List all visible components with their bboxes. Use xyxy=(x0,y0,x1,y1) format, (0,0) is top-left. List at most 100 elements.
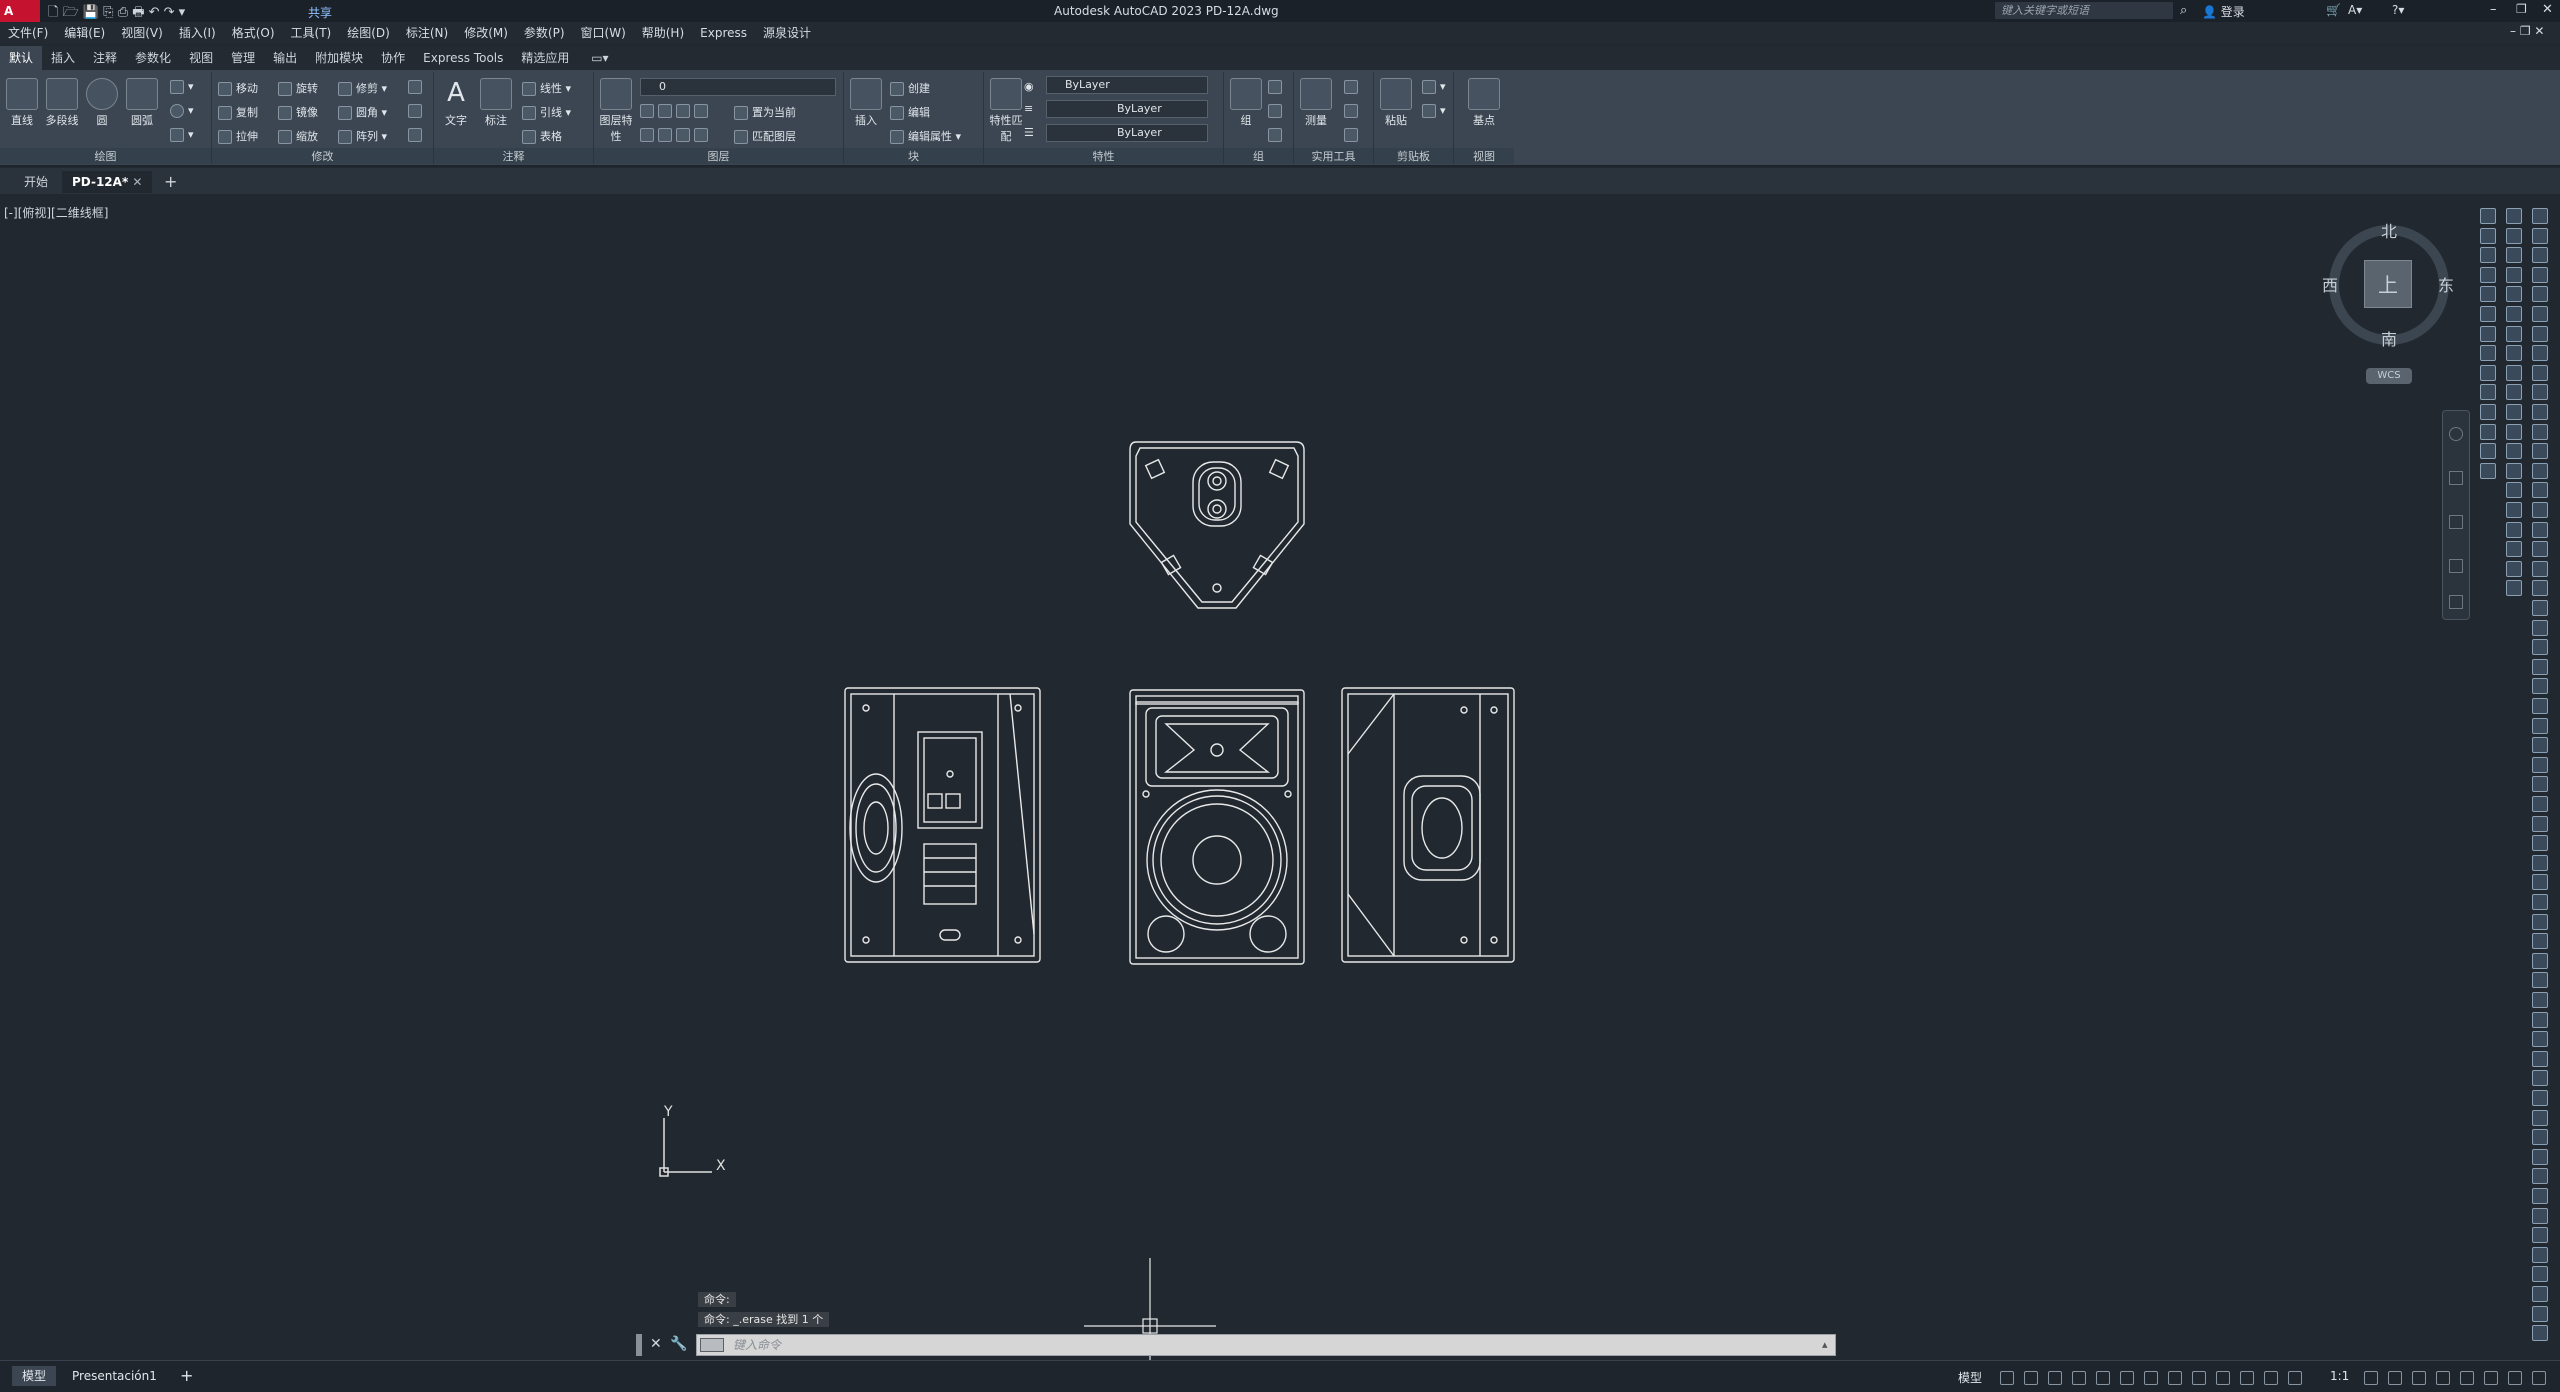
tab-addins[interactable]: 附加模块 xyxy=(306,46,372,70)
palette-tool-icon[interactable] xyxy=(2480,306,2496,322)
palette-tool-icon[interactable] xyxy=(2532,502,2548,518)
palette-tool-icon[interactable] xyxy=(2532,619,2548,636)
palette-tool-icon[interactable] xyxy=(2532,698,2548,714)
base-point-tool[interactable]: 基点 xyxy=(1464,78,1504,128)
palette-tool-icon[interactable] xyxy=(2532,325,2548,342)
palette-tool-icon[interactable] xyxy=(2480,227,2496,244)
isolate-objects-icon[interactable] xyxy=(2460,1371,2474,1385)
color-dropdown[interactable]: ByLayer xyxy=(1046,76,1208,94)
speaker-top-view[interactable] xyxy=(1129,441,1305,609)
menu-dimension[interactable]: 标注(N) xyxy=(398,22,456,44)
rectangle-tool[interactable]: ▾ xyxy=(170,80,194,94)
palette-tool-icon[interactable] xyxy=(2532,737,2548,754)
match-properties-tool[interactable]: 特性匹配 xyxy=(986,78,1026,144)
palette-tool-icon[interactable] xyxy=(2532,1050,2548,1067)
viewcube-north[interactable]: 北 xyxy=(2381,218,2397,242)
copy-clip-tool[interactable]: ▾ xyxy=(1422,104,1446,118)
palette-tool-icon[interactable] xyxy=(2480,286,2496,303)
palette-tool-icon[interactable] xyxy=(2532,306,2548,322)
tab-manage[interactable]: 管理 xyxy=(222,46,264,70)
snap-icon[interactable] xyxy=(2024,1371,2038,1385)
palette-tool-icon[interactable] xyxy=(2506,521,2522,538)
pan-icon[interactable] xyxy=(2449,471,2463,485)
autocad-logo[interactable]: A CAD xyxy=(0,0,40,40)
auto-scale-icon[interactable] xyxy=(2288,1371,2302,1385)
palette-tool-icon[interactable] xyxy=(2506,580,2522,597)
cut-tool[interactable]: ▾ xyxy=(1422,80,1446,94)
palette-tool-icon[interactable] xyxy=(2532,1129,2548,1146)
arc-tool[interactable]: 圆弧 xyxy=(122,78,162,128)
palette-tool-icon[interactable] xyxy=(2532,658,2548,675)
panel-draw-title[interactable]: 绘图 xyxy=(0,148,211,164)
close-tab-icon[interactable]: ✕ xyxy=(132,175,142,189)
rotate-tool[interactable]: 旋转 xyxy=(278,80,318,96)
panel-block-title[interactable]: 块 xyxy=(844,148,983,164)
group-edit-tool[interactable] xyxy=(1268,104,1286,118)
mirror-tool[interactable]: 镜像 xyxy=(278,104,318,120)
doc-window-controls[interactable]: – ❐ ✕ xyxy=(2510,24,2544,38)
model-space-button[interactable]: 模型 xyxy=(1958,1369,1982,1386)
palette-tool-icon[interactable] xyxy=(2532,639,2548,656)
palette-tool-icon[interactable] xyxy=(2532,1011,2548,1028)
tab-express-tools[interactable]: Express Tools xyxy=(414,46,512,70)
palette-tool-icon[interactable] xyxy=(2532,1109,2548,1126)
palette-tool-icon[interactable] xyxy=(2480,462,2496,479)
tab-file[interactable]: PD-12A* ✕ xyxy=(62,171,153,193)
palette-tool-icon[interactable] xyxy=(2506,482,2522,499)
add-layout-button[interactable]: + xyxy=(180,1366,193,1385)
polar-icon[interactable] xyxy=(2096,1371,2110,1385)
offset-tool[interactable] xyxy=(408,128,426,142)
quick-select-tool[interactable] xyxy=(1344,80,1362,94)
paste-tool[interactable]: 粘贴 xyxy=(1376,78,1416,128)
close-command-icon[interactable]: ✕ xyxy=(650,1336,662,1352)
fillet-tool[interactable]: 圆角 ▾ xyxy=(338,104,387,120)
palette-tool-icon[interactable] xyxy=(2532,227,2548,244)
panel-annotation-title[interactable]: 注释 xyxy=(434,148,593,164)
stretch-tool[interactable]: 拉伸 xyxy=(218,128,258,144)
group-select-tool[interactable] xyxy=(1268,128,1286,142)
tab-output[interactable]: 输出 xyxy=(264,46,306,70)
palette-tool-icon[interactable] xyxy=(2480,247,2496,264)
palette-tool-icon[interactable] xyxy=(2532,1070,2548,1087)
orbit-icon[interactable] xyxy=(2449,559,2463,573)
palette-tool-icon[interactable] xyxy=(2480,443,2496,460)
palette-tool-icon[interactable] xyxy=(2532,756,2548,773)
search-input[interactable]: 键入关键字或短语 xyxy=(1995,2,2173,19)
menu-yuanquan[interactable]: 源泉设计 xyxy=(755,22,819,44)
selection-cycle-icon[interactable] xyxy=(2240,1371,2254,1385)
menu-view[interactable]: 视图(V) xyxy=(113,22,171,44)
login-button[interactable]: 👤 登录 xyxy=(2202,3,2245,20)
palette-tool-icon[interactable] xyxy=(2506,502,2522,518)
workspace-gear-icon[interactable] xyxy=(2364,1371,2378,1385)
palette-tool-icon[interactable] xyxy=(2532,208,2548,224)
customize-wrench-icon[interactable]: 🔧 xyxy=(670,1336,687,1352)
palette-tool-icon[interactable] xyxy=(2532,247,2548,264)
palette-tool-icon[interactable] xyxy=(2532,717,2548,734)
palette-tool-icon[interactable] xyxy=(2532,462,2548,479)
menu-modify[interactable]: 修改(M) xyxy=(456,22,516,44)
panel-modify-title[interactable]: 修改 xyxy=(212,148,433,164)
palette-tool-icon[interactable] xyxy=(2532,933,2548,950)
zoom-icon[interactable] xyxy=(2449,515,2463,529)
color-wheel-icon[interactable]: ◉ xyxy=(1024,80,1034,93)
palette-tool-icon[interactable] xyxy=(2506,364,2522,381)
menu-insert[interactable]: 插入(I) xyxy=(171,22,224,44)
isodraft-icon[interactable] xyxy=(2120,1371,2134,1385)
palette-tool-icon[interactable] xyxy=(2506,541,2522,558)
edit-block-tool[interactable]: 编辑 xyxy=(890,104,930,120)
copy-tool[interactable]: 复制 xyxy=(218,104,258,120)
palette-tool-icon[interactable] xyxy=(2532,541,2548,558)
text-tool[interactable]: A 文字 xyxy=(436,78,476,128)
cart-icon[interactable]: 🛒 xyxy=(2326,3,2341,17)
palette-tool-icon[interactable] xyxy=(2532,815,2548,832)
annotation-visibility-icon[interactable] xyxy=(2264,1371,2278,1385)
panel-utilities-title[interactable]: 实用工具 xyxy=(1294,148,1373,164)
ungroup-tool[interactable] xyxy=(1268,80,1286,94)
tab-annotate[interactable]: 注释 xyxy=(84,46,126,70)
palette-tool-icon[interactable] xyxy=(2532,1188,2548,1204)
autodesk-a360-icon[interactable]: A▾ xyxy=(2348,3,2362,17)
customize-icon[interactable] xyxy=(2532,1371,2546,1385)
recent-commands-icon[interactable] xyxy=(700,1338,724,1352)
edit-attributes-tool[interactable]: 编辑属性 ▾ xyxy=(890,128,961,144)
scale-tool[interactable]: 缩放 xyxy=(278,128,318,144)
